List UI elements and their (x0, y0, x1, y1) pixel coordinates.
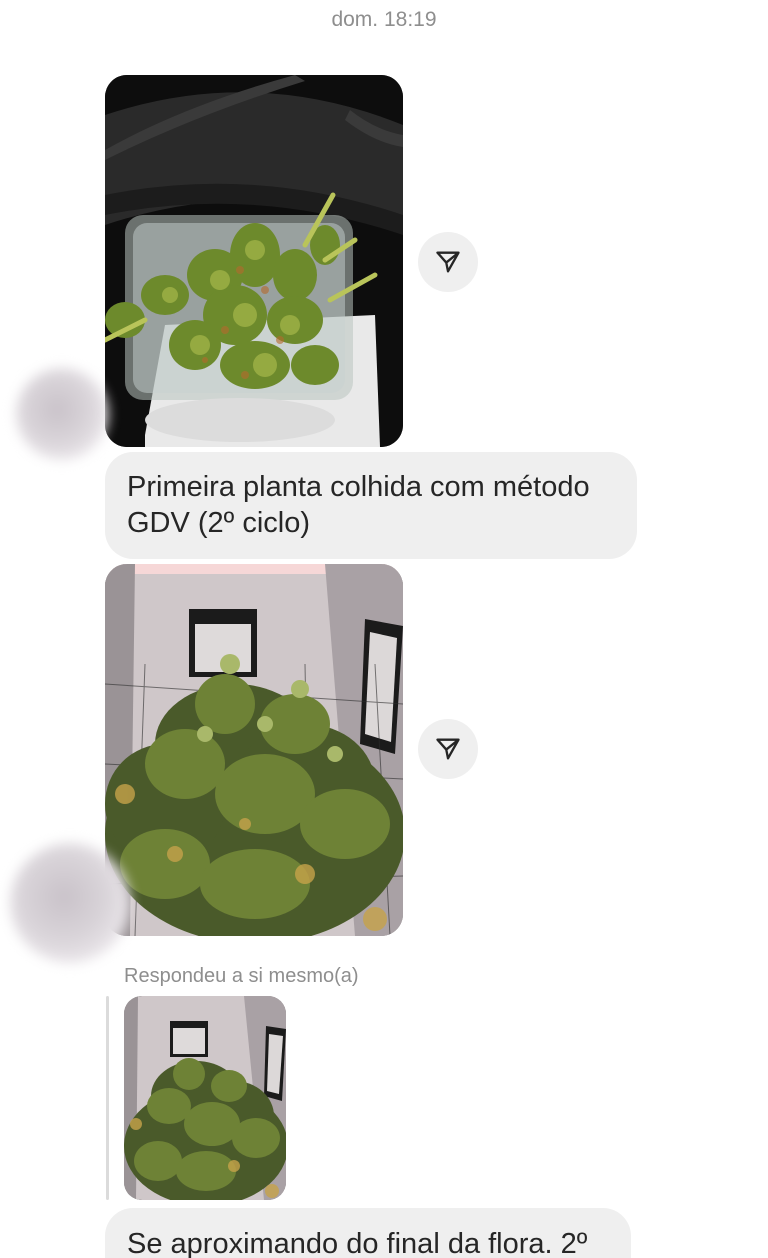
text-message-bubble[interactable]: Primeira planta colhida com método GDV (… (105, 452, 637, 559)
replied-photo-thumbnail[interactable] (124, 996, 286, 1200)
buds-photo-image (105, 75, 403, 447)
reply-indicator-bar (106, 996, 109, 1200)
text-message-bubble[interactable]: Se aproximando do final da flora. 2º (105, 1208, 631, 1258)
tent-thumbnail-image (124, 996, 286, 1200)
message-text: Primeira planta colhida com método GDV (… (127, 471, 590, 539)
send-icon (436, 251, 460, 273)
message-text: Se aproximando do final da flora. 2º (127, 1228, 588, 1258)
send-icon (436, 738, 460, 760)
share-button-2[interactable] (418, 719, 478, 779)
avatar[interactable] (10, 843, 130, 963)
share-button-1[interactable] (418, 232, 478, 292)
photo-message-tent[interactable] (105, 564, 403, 936)
message-timestamp: dom. 18:19 (331, 8, 437, 31)
dm-thread: dom. 18:19 Primeira planta colhida com m… (0, 0, 768, 1258)
tent-photo-image (105, 564, 403, 936)
avatar[interactable] (16, 368, 108, 460)
reply-label: Respondeu a si mesmo(a) (124, 965, 359, 987)
photo-message-buds[interactable] (105, 75, 403, 447)
